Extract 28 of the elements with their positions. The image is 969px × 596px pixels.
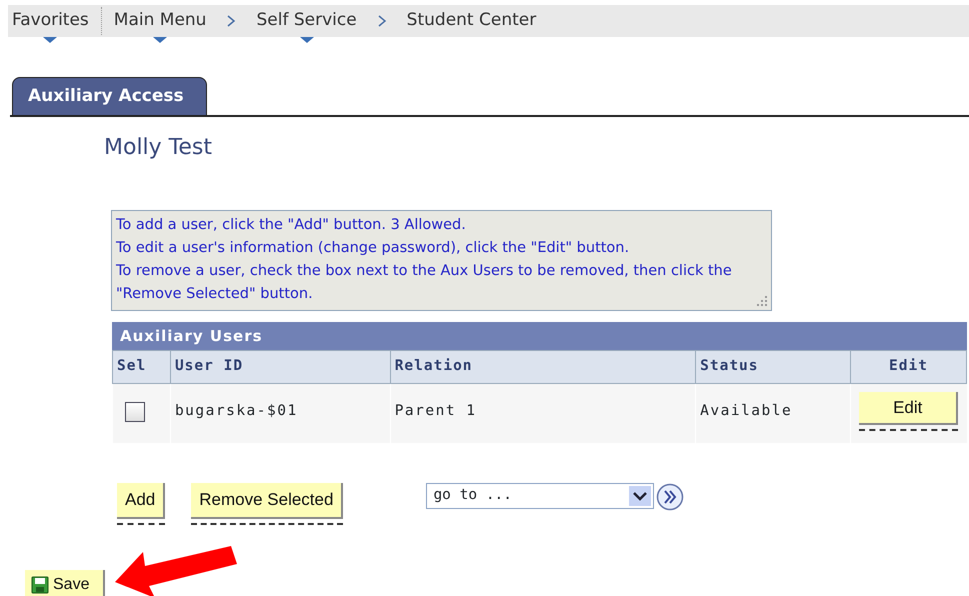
resize-grip-icon: [756, 294, 768, 306]
row-checkbox[interactable]: [125, 402, 145, 422]
column-header: Relation: [390, 350, 696, 384]
table-cell: bugarska-$01: [174, 402, 298, 419]
column-header: Edit: [850, 350, 966, 384]
table-cell: Available: [700, 402, 792, 419]
student-name: Molly Test: [104, 134, 214, 162]
action-button[interactable]: Remove Selected: [191, 483, 344, 519]
instruction-text: To edit a user's information (change password), click the "Edit" button.: [116, 238, 630, 258]
table-cell: Parent 1: [394, 402, 477, 419]
column-header: Sel: [112, 350, 170, 384]
chevron-icon: [376, 14, 387, 28]
breadcrumb-link[interactable]: Student Center: [402, 8, 540, 34]
breadcrumb-link[interactable]: Favorites: [8, 8, 93, 34]
breadcrumb-link[interactable]: Self Service: [252, 8, 361, 34]
instruction-text: To add a user, click the "Add" button. 3 Allowed.: [116, 216, 467, 234]
goto-dropdown[interactable]: go to ...: [426, 483, 654, 510]
column-header: User ID: [170, 350, 390, 384]
edit-button[interactable]: Edit: [859, 392, 958, 426]
chevron-icon: [226, 14, 236, 28]
breadcrumb-link[interactable]: Main Menu: [110, 8, 210, 34]
go-button-icon[interactable]: [656, 483, 684, 512]
grid-title: Auxiliary Users: [112, 322, 967, 350]
column-header: Status: [696, 350, 850, 384]
page-tab[interactable]: Auxiliary Access: [12, 77, 207, 114]
save-button[interactable]: Save: [25, 570, 106, 596]
action-button[interactable]: Add: [117, 483, 166, 519]
instruction-text: To remove a user, check the box next to the Aux Users to be removed, then click the "Remove Selected" button.: [116, 262, 733, 304]
